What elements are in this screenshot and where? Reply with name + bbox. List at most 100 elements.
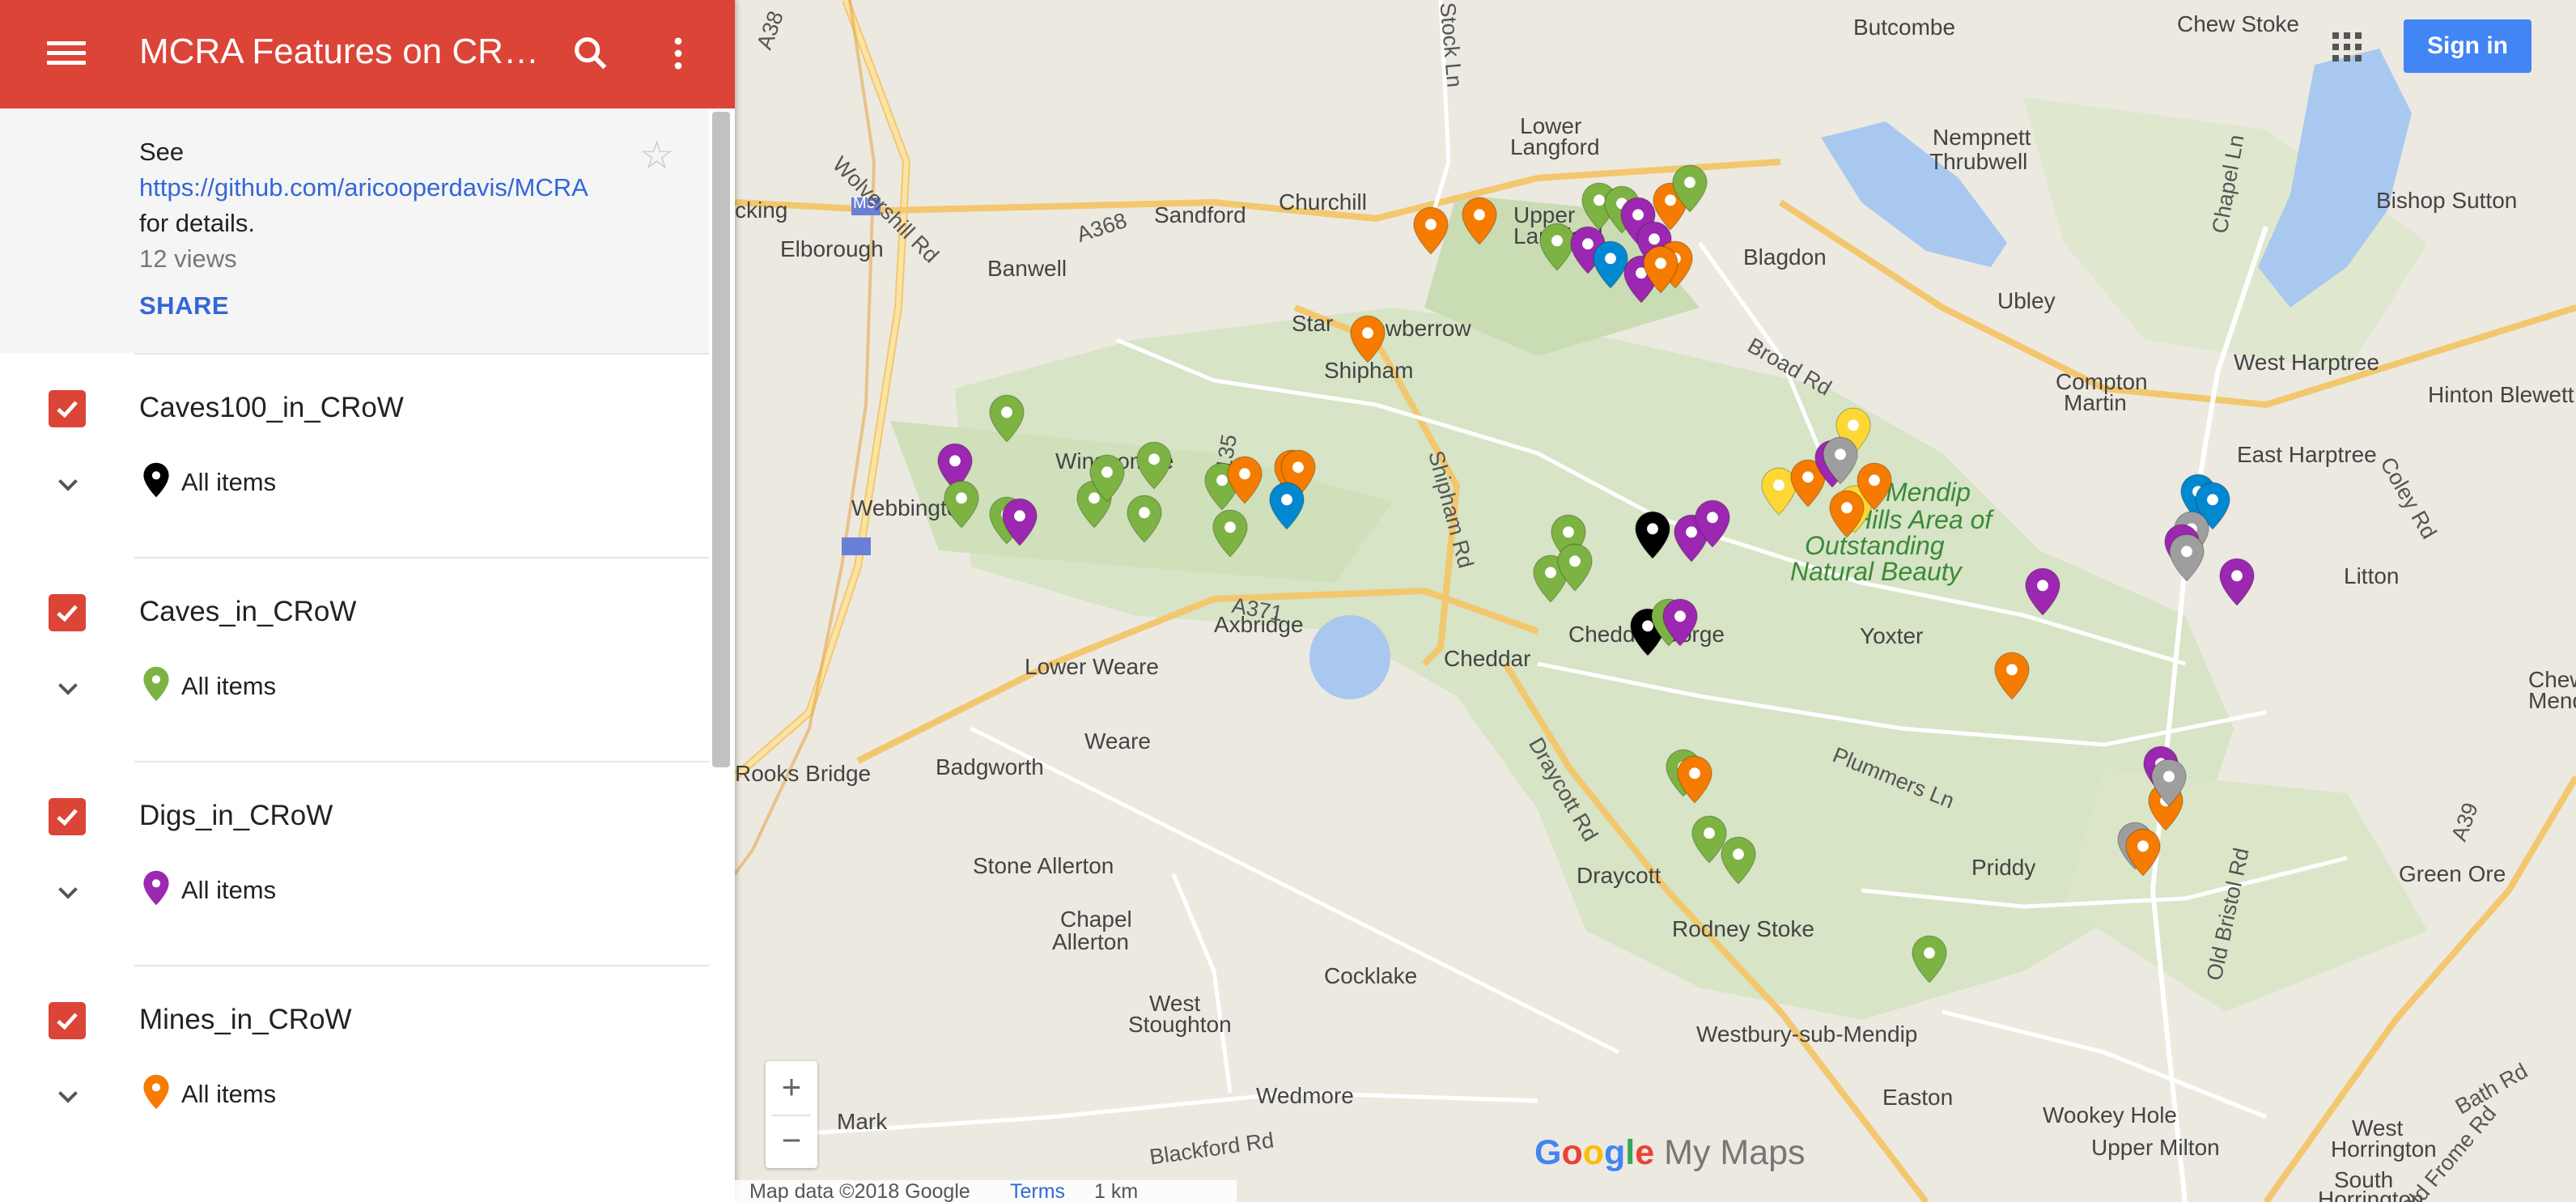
google-my-maps-logo: Google My Maps: [1534, 1133, 1806, 1173]
layer-divider: [134, 557, 709, 559]
map-pin-marker[interactable]: [1671, 164, 1708, 214]
layer-items-label[interactable]: All items: [181, 672, 276, 701]
map-pin-marker[interactable]: [1694, 499, 1731, 549]
map-pin-marker[interactable]: [1828, 489, 1865, 539]
park-label: Mendip: [1886, 478, 1971, 507]
place-label: Mendip: [2528, 688, 2576, 713]
views-count: 12 views: [139, 244, 237, 273]
map-pin-marker[interactable]: [2168, 533, 2205, 583]
layers-panel: MCRA Features on CRo... See https://gith…: [0, 0, 735, 1202]
map-pin-marker[interactable]: [1412, 206, 1449, 256]
map-pin-marker[interactable]: [1135, 440, 1173, 491]
place-label: Upper Milton: [2091, 1135, 2220, 1160]
panel-scrollbar[interactable]: [712, 112, 730, 767]
map-pin-marker[interactable]: [1676, 754, 1713, 805]
place-label: Weare: [1084, 728, 1151, 754]
chevron-down-icon[interactable]: [53, 877, 83, 907]
map-pin-marker[interactable]: [1993, 651, 2031, 701]
scale-label: 1 km: [1094, 1180, 1139, 1202]
map-pin-marker[interactable]: [1212, 508, 1249, 559]
place-label: Banwell: [987, 256, 1067, 281]
map-pin-marker[interactable]: [988, 393, 1025, 444]
apps-grid-icon[interactable]: [2332, 32, 2363, 63]
place-label: Sandford: [1154, 202, 1246, 227]
chevron-down-icon[interactable]: [53, 1081, 83, 1111]
github-link[interactable]: https://github.com/aricooperdavis/MCRA: [139, 173, 588, 202]
chevron-down-icon[interactable]: [53, 673, 83, 703]
place-label: Butcombe: [1853, 15, 1956, 40]
map-pin-marker[interactable]: [2024, 567, 2061, 617]
map-pin-marker[interactable]: [1226, 455, 1263, 505]
layer-pin-icon: [143, 666, 169, 702]
share-button[interactable]: SHARE: [139, 291, 229, 321]
place-label: Stoughton: [1128, 1012, 1232, 1037]
place-label: Rooks Bridge: [735, 761, 872, 786]
map-pin-marker[interactable]: [1268, 481, 1305, 531]
place-label: Litton: [2344, 563, 2400, 588]
place-label: East Harptree: [2237, 442, 2377, 467]
layer-checkbox[interactable]: [49, 390, 86, 427]
map-pin-marker[interactable]: [2150, 758, 2188, 808]
menu-icon[interactable]: [47, 36, 86, 73]
map-pin-marker[interactable]: [1461, 196, 1498, 246]
layer-name[interactable]: Digs_in_CRoW: [139, 800, 333, 832]
map-pin-marker[interactable]: [1661, 597, 1699, 648]
place-label: Westbury-sub-Mendip: [1696, 1021, 1918, 1047]
place-label: Priddy: [1971, 855, 2036, 880]
place-label: Mark: [837, 1109, 888, 1134]
layer-checkbox[interactable]: [49, 1002, 86, 1039]
park-label: Natural Beauty: [1790, 557, 1962, 586]
place-label: Easton: [1882, 1085, 1954, 1110]
place-label: Wookey Hole: [2043, 1102, 2178, 1128]
map-pin-marker[interactable]: [1642, 244, 1679, 295]
layer-name[interactable]: Caves100_in_CRoW: [139, 392, 404, 424]
place-label: Rodney Stoke: [1672, 916, 1814, 941]
map-pin-marker[interactable]: [1089, 453, 1126, 503]
place-label: Martin: [2064, 390, 2127, 415]
panel-header: MCRA Features on CRo...: [0, 0, 735, 108]
map-pin-marker[interactable]: [1911, 934, 1948, 984]
place-label: Blagdon: [1743, 244, 1827, 270]
layer-pin-icon: [143, 462, 169, 498]
map-pin-marker[interactable]: [2124, 827, 2162, 877]
chevron-down-icon[interactable]: [53, 469, 83, 499]
layer-items-label[interactable]: All items: [181, 1080, 276, 1109]
map-pin-marker[interactable]: [1126, 494, 1163, 544]
map-pin-marker[interactable]: [1720, 835, 1757, 886]
layer-items-label[interactable]: All items: [181, 876, 276, 905]
map-pin-marker[interactable]: [1822, 435, 1859, 486]
layer-row: Caves_in_CRoW All items: [0, 557, 709, 761]
layer-name[interactable]: Caves_in_CRoW: [139, 596, 356, 628]
map-data-attribution: Map data ©2018 Google: [749, 1180, 970, 1202]
layer-checkbox[interactable]: [49, 798, 86, 835]
zoom-in-button[interactable]: +: [766, 1061, 817, 1115]
layer-divider: [134, 965, 709, 966]
details-label: for details.: [139, 209, 256, 237]
map-pin-marker[interactable]: [1001, 497, 1038, 547]
map-pin-marker[interactable]: [1556, 542, 1594, 593]
zoom-out-button[interactable]: −: [766, 1115, 817, 1168]
layer-checkbox[interactable]: [49, 594, 86, 631]
layer-name[interactable]: Mines_in_CRoW: [139, 1004, 352, 1036]
place-label: Horrington: [2331, 1136, 2437, 1162]
place-label: Cheddar: [1444, 646, 1531, 671]
place-label: Allerton: [1052, 929, 1129, 954]
map-pin-marker[interactable]: [2218, 557, 2256, 607]
map-pin-marker[interactable]: [1634, 510, 1671, 560]
more-vert-icon[interactable]: [657, 32, 699, 74]
layer-items-label[interactable]: All items: [181, 468, 276, 497]
place-label: Yoxter: [1860, 623, 1924, 648]
layer-row: Digs_in_CRoW All items: [0, 761, 709, 965]
sign-in-button[interactable]: Sign in: [2404, 19, 2531, 73]
place-label: Stone Allerton: [973, 853, 1114, 878]
star-outline-icon[interactable]: ☆: [639, 133, 674, 178]
map-pin-marker[interactable]: [943, 479, 980, 529]
map-footer: Map data ©2018 Google Terms 1 km: [735, 1180, 1237, 1202]
place-label: Nempnett: [1933, 125, 2031, 150]
search-icon[interactable]: [570, 32, 612, 74]
terms-link[interactable]: Terms: [1010, 1180, 1065, 1202]
place-label: Hinton Blewett: [2428, 382, 2574, 407]
place-label: Churchill: [1279, 189, 1367, 214]
layer-pin-icon: [143, 1074, 169, 1110]
map-pin-marker[interactable]: [1349, 314, 1386, 364]
